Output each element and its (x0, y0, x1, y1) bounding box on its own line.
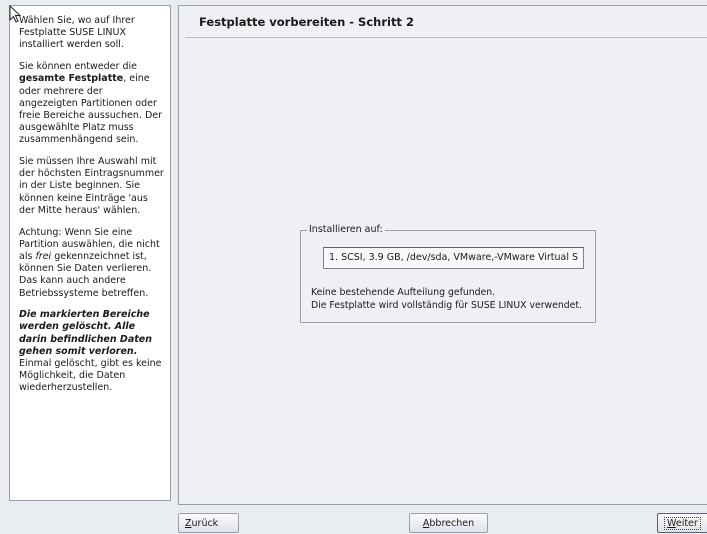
back-button[interactable]: Zurück (178, 513, 239, 533)
help-text-intro: Wählen Sie, wo auf Ihrer Festplatte SUSE… (19, 15, 135, 51)
help-text-selection: Sie können entweder die gesamte Festplat… (19, 61, 163, 146)
disk-selection-field[interactable]: 1. SCSI, 3.9 GB, /dev/sda, VMware,-VMwar… (323, 247, 584, 269)
page-title: Festplatte vorbereiten - Schritt 2 (199, 15, 414, 29)
cancel-button[interactable]: Abbrechen (409, 513, 488, 533)
help-text-order: Sie müssen Ihre Auswahl mit der höchsten… (19, 156, 164, 216)
help-panel: Wählen Sie, wo auf Ihrer Festplatte SUSE… (9, 5, 171, 501)
install-target-label: Installieren auf: (307, 224, 385, 235)
no-partitioning-message: Keine bestehende Aufteilung gefunden. (311, 287, 496, 298)
install-target-group: Installieren auf: 1. SCSI, 3.9 GB, /dev/… (300, 224, 596, 323)
next-button[interactable]: Weiter (657, 513, 707, 533)
title-divider (185, 37, 707, 38)
help-text-data-loss: Die markierten Bereiche werden gelöscht.… (19, 309, 162, 394)
full-disk-message: Die Festplatte wird vollständig für SUSE… (311, 300, 582, 311)
help-text-warning: Achtung: Wenn Sie eine Partition auswähl… (19, 226, 160, 299)
mouse-cursor-icon (9, 5, 21, 23)
next-button-focus: Weiter (664, 517, 701, 530)
main-panel: Festplatte vorbereiten - Schritt 2 Insta… (178, 5, 707, 505)
